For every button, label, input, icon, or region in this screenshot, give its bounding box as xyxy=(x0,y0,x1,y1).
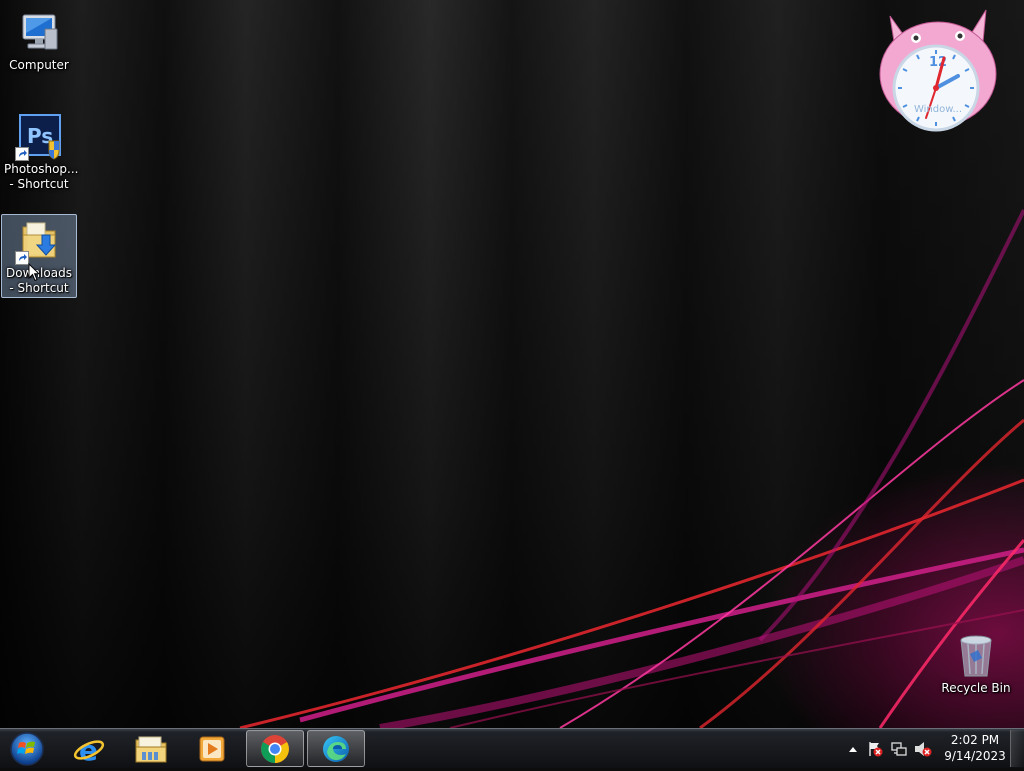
recycle-bin-icon xyxy=(952,632,1000,680)
clock-date: 9/14/2023 xyxy=(944,749,1006,763)
desktop-icon-computer[interactable]: Computer xyxy=(1,6,77,77)
clock-time: 2:02 PM xyxy=(950,733,1000,747)
desktop-icon-label: Photoshop... - Shortcut xyxy=(4,162,79,191)
desktop-icon-photoshop-shortcut[interactable]: Ps Photoshop... - Shortcut xyxy=(1,110,79,196)
desktop-icon-recycle-bin[interactable]: Recycle Bin xyxy=(937,629,1015,700)
desktop-wallpaper xyxy=(0,0,1024,728)
shortcut-arrow-icon xyxy=(15,251,29,265)
action-center-icon[interactable] xyxy=(866,740,884,758)
show-desktop-button[interactable] xyxy=(1010,730,1024,767)
volume-muted-icon[interactable] xyxy=(914,740,932,758)
media-player-icon xyxy=(199,736,225,761)
taskbar-button-internet-explorer[interactable]: e xyxy=(60,730,118,767)
downloads-folder-icon xyxy=(15,217,63,265)
chrome-icon xyxy=(261,734,289,763)
desktop-icon-downloads-shortcut[interactable]: Downloads - Shortcut xyxy=(1,214,77,298)
clock-gadget-brand-text: Window... xyxy=(913,104,963,115)
taskbar-clock[interactable]: 2:02 PM 9/14/2023 xyxy=(944,732,1006,764)
show-hidden-icons-icon[interactable] xyxy=(844,740,862,758)
start-button[interactable] xyxy=(4,730,50,768)
clock-gadget[interactable]: 12 Window... xyxy=(876,6,1000,134)
desktop-icon-label: Computer xyxy=(9,58,69,72)
shortcut-arrow-icon xyxy=(15,147,29,161)
ie-icon: e xyxy=(73,734,105,765)
folder-icon xyxy=(135,736,167,762)
svg-text:e: e xyxy=(79,734,98,765)
taskbar-button-chrome[interactable] xyxy=(246,730,304,767)
computer-icon xyxy=(15,9,63,57)
taskbar-button-edge[interactable] xyxy=(307,730,365,767)
taskbar: e 2:02 PM 9/14/2023 xyxy=(0,728,1024,768)
desktop-icon-label: Downloads - Shortcut xyxy=(6,266,72,295)
photoshop-icon: Ps xyxy=(15,113,63,161)
desktop-icon-label: Recycle Bin xyxy=(941,681,1011,695)
edge-icon xyxy=(323,735,349,762)
taskbar-button-file-explorer[interactable] xyxy=(122,730,180,767)
windows-orb-icon xyxy=(10,732,44,766)
network-icon[interactable] xyxy=(890,740,908,758)
taskbar-button-media-player[interactable] xyxy=(183,730,241,767)
